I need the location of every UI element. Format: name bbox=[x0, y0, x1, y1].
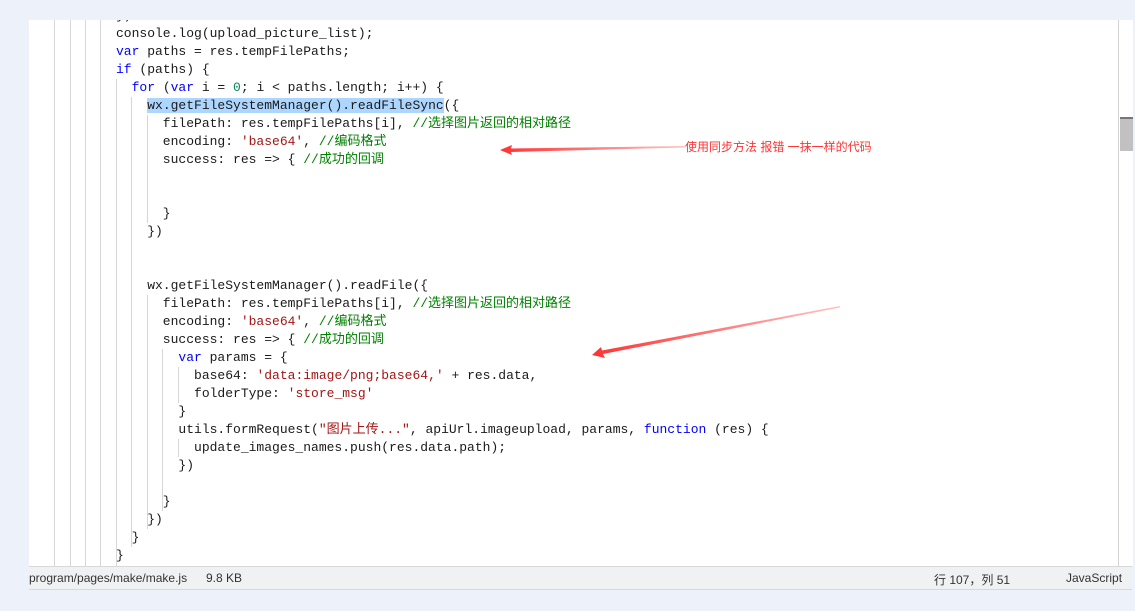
language-mode[interactable]: JavaScript bbox=[1066, 571, 1122, 585]
file-path: program/pages/make/make.js bbox=[29, 571, 188, 585]
arrow-icon bbox=[500, 145, 685, 155]
arrow-icon bbox=[592, 306, 840, 358]
status-bar: program/pages/make/make.js 9.8 KB 行 107，… bbox=[29, 566, 1132, 590]
file-size: 9.8 KB bbox=[206, 571, 243, 585]
cursor-position[interactable]: 行 107，列 51 bbox=[934, 571, 1010, 588]
annotation-arrows bbox=[500, 145, 840, 358]
